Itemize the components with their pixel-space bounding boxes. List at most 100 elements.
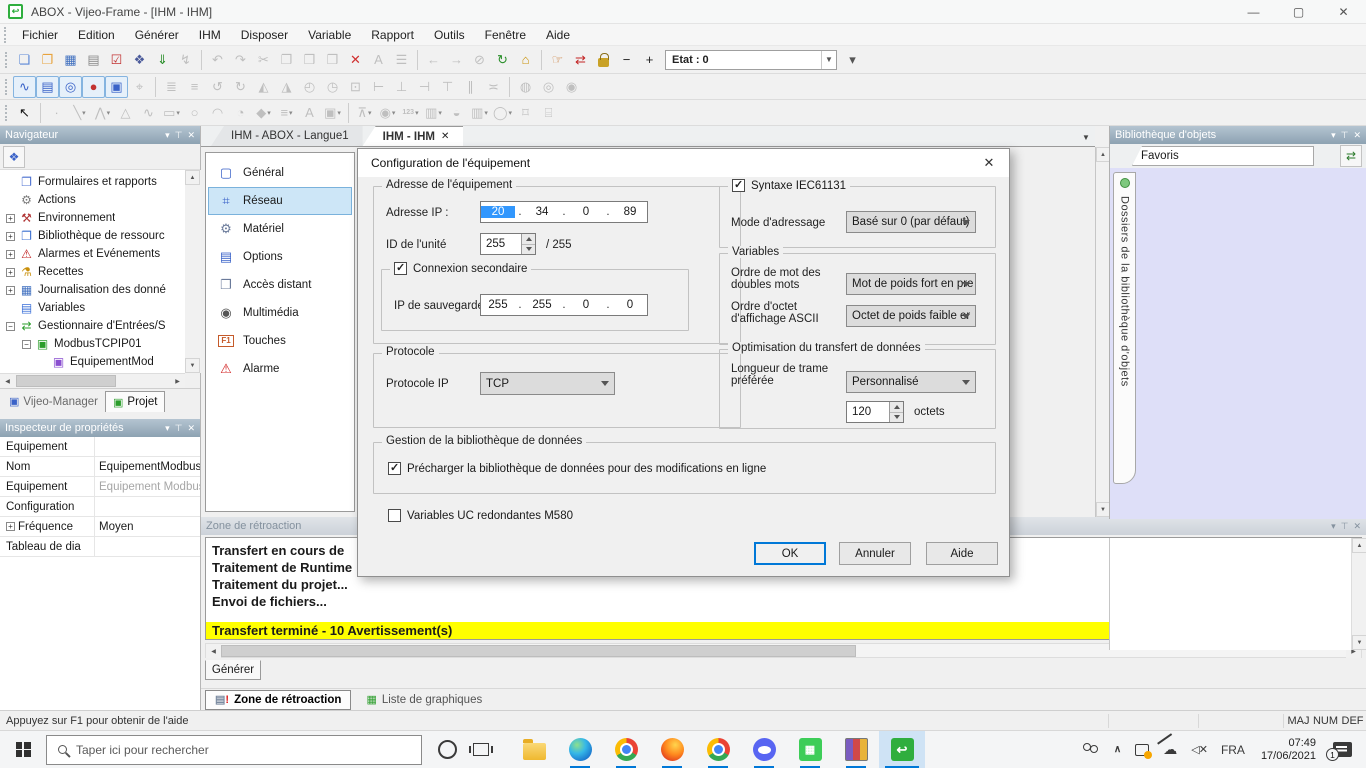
lines-tool-icon-dropdown[interactable]: ▾ bbox=[289, 109, 293, 117]
schneider-icon[interactable]: ▦ bbox=[787, 731, 833, 768]
selector-tool-icon-dropdown[interactable]: ▾ bbox=[509, 109, 513, 117]
record-icon[interactable]: ● bbox=[82, 76, 105, 98]
menu-fichier[interactable]: Fichier bbox=[12, 26, 68, 44]
navigator-view-icon[interactable]: ❖ bbox=[3, 146, 25, 168]
help-button[interactable]: Aide bbox=[926, 542, 998, 565]
menu-outils[interactable]: Outils bbox=[424, 26, 475, 44]
redundant-vars-checkbox[interactable] bbox=[388, 509, 401, 522]
collapse-icon[interactable]: − bbox=[6, 322, 15, 331]
tree-item-recettes[interactable]: +⚗Recettes bbox=[0, 263, 185, 281]
property-row-equipement[interactable]: Equipement bbox=[0, 437, 200, 457]
property-row-nom[interactable]: NomEquipementModbus0 bbox=[0, 457, 200, 477]
feedback-pin-icon[interactable]: ⊤ bbox=[1341, 521, 1349, 532]
preload-library-checkbox[interactable] bbox=[388, 462, 401, 475]
scroll-up-icon[interactable]: ▲ bbox=[1352, 538, 1366, 553]
inspector-close-icon[interactable]: ✕ bbox=[187, 423, 195, 434]
menu-ihm[interactable]: IHM bbox=[189, 26, 231, 44]
message-display-tool-icon-dropdown[interactable]: ▾ bbox=[438, 109, 442, 117]
lamp-tool-icon-dropdown[interactable]: ▾ bbox=[392, 109, 396, 117]
config-category-options[interactable]: ▤Options bbox=[208, 243, 352, 271]
line-tool-icon-dropdown[interactable]: ▾ bbox=[82, 109, 86, 117]
cortana-icon[interactable] bbox=[438, 740, 457, 759]
scroll-left-icon[interactable]: ◀ bbox=[0, 374, 15, 388]
tree-item-actions[interactable]: ⚙Actions bbox=[0, 191, 185, 209]
new-file-icon[interactable]: ❏ bbox=[13, 49, 36, 71]
polyline-tool-icon-dropdown[interactable]: ▾ bbox=[107, 109, 111, 117]
tree-item-variables[interactable]: ▤Variables bbox=[0, 299, 185, 317]
tree-item-environnement[interactable]: +⚒Environnement bbox=[0, 209, 185, 227]
expand-icon[interactable]: + bbox=[6, 214, 15, 223]
people-icon[interactable] bbox=[1075, 731, 1107, 768]
expand-icon[interactable]: + bbox=[6, 286, 15, 295]
menu-aide[interactable]: Aide bbox=[536, 26, 580, 44]
navigator-tree-hscrollbar[interactable]: ◀ ▶ bbox=[0, 373, 185, 388]
file-explorer-icon[interactable] bbox=[511, 731, 557, 768]
refresh-icon[interactable]: ↻ bbox=[491, 49, 514, 71]
tree-item-journalisation-des-donne[interactable]: +▦Journalisation des donné bbox=[0, 281, 185, 299]
start-button[interactable] bbox=[0, 731, 46, 768]
download-to-target-icon[interactable]: ⇓ bbox=[151, 49, 174, 71]
ip-octet-2[interactable]: 34 bbox=[525, 206, 559, 218]
expand-icon[interactable]: + bbox=[6, 250, 15, 259]
rectangle-tool-icon-dropdown[interactable]: ▾ bbox=[176, 109, 180, 117]
document-tab-ihm-ihm[interactable]: IHM - IHM✕ bbox=[363, 126, 464, 146]
ip-octet-1[interactable]: 20 bbox=[481, 206, 515, 218]
config-category-touches[interactable]: F1Touches bbox=[208, 327, 352, 355]
cancel-button[interactable]: Annuler bbox=[839, 542, 911, 565]
scroll-down-icon[interactable]: ▼ bbox=[1352, 635, 1366, 650]
minimize-button[interactable]: — bbox=[1231, 0, 1276, 23]
addressing-mode-select[interactable]: Basé sur 0 (par défaut) bbox=[846, 211, 976, 233]
expand-icon[interactable]: + bbox=[6, 232, 15, 241]
spin-up-icon[interactable] bbox=[522, 234, 535, 245]
iec-syntax-checkbox[interactable] bbox=[732, 179, 745, 192]
task-view-icon[interactable] bbox=[473, 743, 489, 756]
menu-edition[interactable]: Edition bbox=[68, 26, 125, 44]
config-category-multimedia[interactable]: ◉Multimédia bbox=[208, 299, 352, 327]
config-category-acces-distant[interactable]: ❐Accès distant bbox=[208, 271, 352, 299]
library-close-icon[interactable]: ✕ bbox=[1353, 130, 1361, 141]
spin-up-icon[interactable] bbox=[890, 402, 903, 413]
feedback-menu-icon[interactable]: ▾ bbox=[1331, 521, 1336, 532]
unit-id-value[interactable]: 255 bbox=[481, 234, 521, 254]
zoom-in-icon[interactable]: + bbox=[638, 49, 661, 71]
tray-app-icon[interactable] bbox=[1128, 731, 1156, 768]
navigator-close-icon[interactable]: ✕ bbox=[187, 130, 195, 141]
scrollbar-thumb[interactable] bbox=[221, 645, 856, 657]
project-properties-icon[interactable]: ❖ bbox=[128, 49, 151, 71]
home-icon[interactable]: ⌂ bbox=[514, 49, 537, 71]
tab-close-icon[interactable]: ✕ bbox=[441, 131, 449, 142]
favorites-tab[interactable]: Favoris bbox=[1132, 146, 1314, 166]
etat-combo-dropdown-icon[interactable]: ▼ bbox=[821, 51, 836, 69]
screen-view-icon[interactable]: ▣ bbox=[105, 76, 128, 98]
taskbar-search-input[interactable]: Taper ici pour rechercher bbox=[46, 735, 422, 765]
edge-icon[interactable] bbox=[557, 731, 603, 768]
tree-item-formulaires-et-rapports[interactable]: ❐Formulaires et rapports bbox=[0, 173, 185, 191]
frame-size-value[interactable]: 120 bbox=[847, 402, 889, 422]
bar-graph-tool-icon-dropdown[interactable]: ▾ bbox=[484, 109, 488, 117]
trend-view-icon[interactable]: ∿ bbox=[13, 76, 36, 98]
property-value[interactable]: EquipementModbus0 bbox=[95, 461, 200, 473]
verify-project-icon[interactable]: ☑ bbox=[105, 49, 128, 71]
scroll-up-icon[interactable]: ▲ bbox=[1096, 147, 1110, 162]
lock-icon[interactable] bbox=[592, 49, 615, 71]
scroll-right-icon[interactable]: ▶ bbox=[170, 374, 185, 388]
backup-octet-3[interactable]: 0 bbox=[569, 299, 603, 311]
scroll-left-icon[interactable]: ◀ bbox=[206, 644, 221, 658]
library-manage-icon[interactable]: ⇄ bbox=[1340, 145, 1362, 167]
expand-icon[interactable]: + bbox=[6, 522, 15, 531]
secondary-connection-checkbox[interactable] bbox=[394, 262, 407, 275]
shape-tool-icon-dropdown[interactable]: ▾ bbox=[267, 109, 271, 117]
spin-down-icon[interactable] bbox=[890, 413, 903, 423]
menu-fenetre[interactable]: Fenêtre bbox=[475, 26, 536, 44]
clock[interactable]: 07:49 17/06/2021 bbox=[1252, 737, 1325, 763]
navigator-pin-icon[interactable]: ⊤ bbox=[175, 130, 183, 141]
right-bottom-vscrollbar[interactable]: ▲ ▼ bbox=[1351, 538, 1366, 650]
zoom-view-icon[interactable]: ◎ bbox=[59, 76, 82, 98]
image-tool-icon-dropdown[interactable]: ▾ bbox=[337, 109, 341, 117]
tree-item-bibliotheque-de-ressourc[interactable]: +❐Bibliothèque de ressourc bbox=[0, 227, 185, 245]
backup-octet-4[interactable]: 0 bbox=[613, 299, 647, 311]
library-pin-icon[interactable]: ⊤ bbox=[1341, 130, 1349, 141]
onedrive-paused-icon[interactable]: ☁ bbox=[1156, 731, 1184, 768]
menu-rapport[interactable]: Rapport bbox=[361, 26, 424, 44]
feedback-close-icon[interactable]: ✕ bbox=[1353, 521, 1361, 532]
